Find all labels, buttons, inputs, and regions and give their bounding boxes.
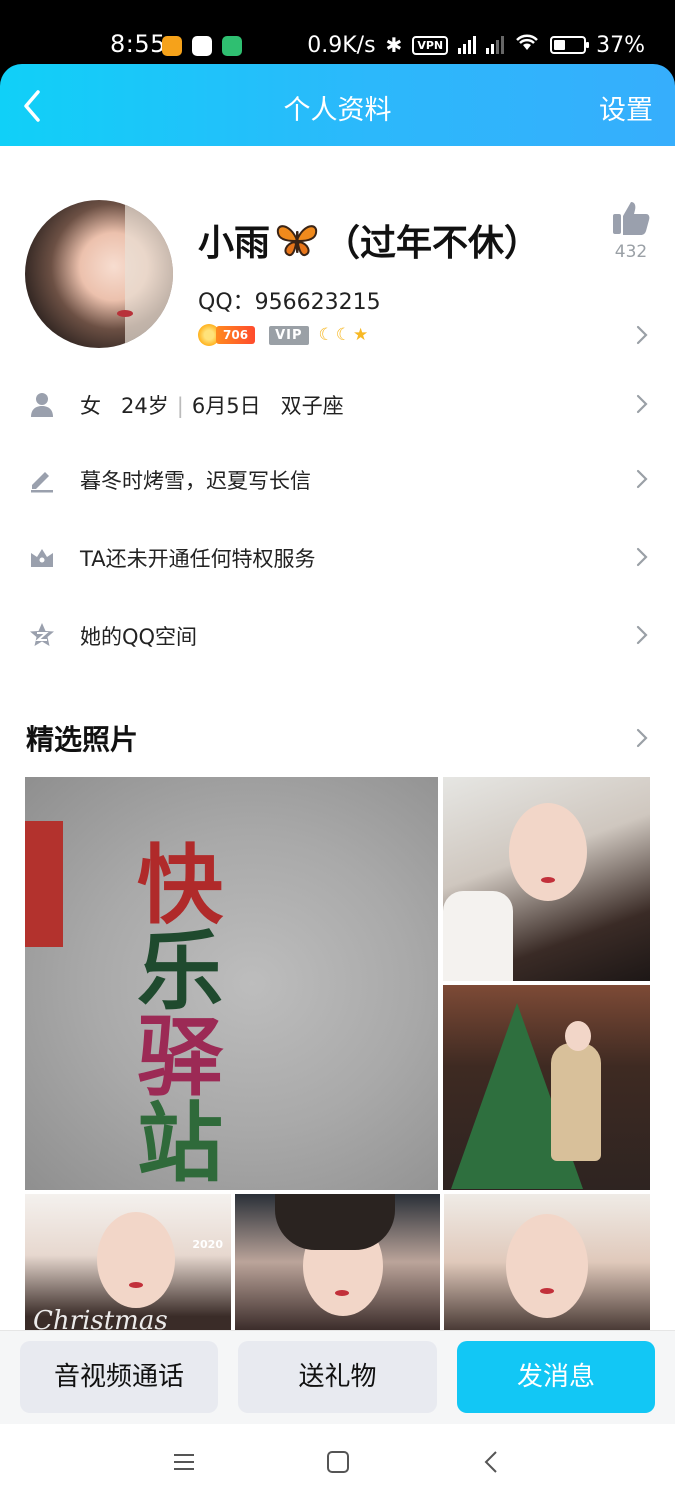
qq-number: QQ：956623215 xyxy=(198,290,381,315)
pencil-icon xyxy=(31,472,53,493)
video-call-button[interactable]: 音视频通话 xyxy=(20,1341,218,1413)
vip-badge: VIP xyxy=(269,325,309,345)
photo-christmas-text: Christmas xyxy=(33,1306,168,1330)
battery-icon xyxy=(550,36,590,54)
person-icon xyxy=(31,393,53,417)
photo-year-text: 2020 xyxy=(192,1238,223,1251)
profile-name: 小雨 （过年不休） xyxy=(198,214,540,266)
app-notification-icon xyxy=(192,36,212,56)
signal-icon-1 xyxy=(458,36,477,54)
photo-christmas-tree[interactable] xyxy=(443,985,650,1190)
back-nav-icon[interactable] xyxy=(480,1450,504,1474)
signature: 暮冬时烤雪，迟夏写长信 xyxy=(80,469,311,493)
battery-percent: 37% xyxy=(596,32,645,58)
thumbs-up-icon xyxy=(613,202,650,235)
birthday: 6月5日 xyxy=(191,394,261,418)
wifi-icon xyxy=(514,32,540,58)
info-row-qzone[interactable]: 她的QQ空间 xyxy=(0,603,675,667)
info-separator: | xyxy=(176,394,184,418)
graffiti-char: 站 xyxy=(137,1093,223,1190)
zodiac: 双子座 xyxy=(280,394,344,418)
send-message-button[interactable]: 发消息 xyxy=(457,1341,655,1413)
chevron-right-icon xyxy=(636,469,648,489)
qzone-star-icon xyxy=(30,623,54,646)
badges[interactable]: 706 VIP ☾ ☾ ★ xyxy=(198,324,368,346)
photo-portrait-3[interactable] xyxy=(235,1194,440,1330)
level-number: 706 xyxy=(216,326,256,344)
status-time: 8:55 xyxy=(110,30,166,58)
photo-portrait-1[interactable] xyxy=(443,777,650,981)
chevron-right-icon xyxy=(636,625,648,645)
header-bar: 个人资料 设置 xyxy=(0,64,675,146)
action-bar: 音视频通话 送礼物 发消息 xyxy=(0,1330,675,1424)
bluetooth-icon: ✱ xyxy=(385,33,403,57)
info-row-privilege[interactable]: TA还未开通任何特权服务 xyxy=(0,525,675,589)
level-badge: 706 xyxy=(198,324,256,346)
basic-info: 女 24岁 | 6月5日 双子座 xyxy=(80,390,344,420)
moon-icon: ☾ xyxy=(318,325,334,345)
shield-app-icon xyxy=(222,36,242,56)
photo-portrait-4[interactable] xyxy=(444,1194,650,1330)
home-square-icon[interactable] xyxy=(326,1450,350,1474)
star-icon: ★ xyxy=(353,325,369,345)
like-count: 432 xyxy=(614,242,648,262)
vpn-icon: VPN xyxy=(412,35,449,55)
info-row-basic[interactable]: 女 24岁 | 6月5日 双子座 xyxy=(0,372,675,436)
chevron-right-icon xyxy=(636,325,648,345)
moon-icon: ☾ xyxy=(335,325,351,345)
avatar[interactable] xyxy=(25,200,173,348)
profile-content[interactable]: 小雨 （过年不休） 432 QQ：956623215 706 VIP ☾ ☾ ★ xyxy=(0,146,675,1330)
butterfly-icon xyxy=(276,225,318,257)
page-title: 个人资料 xyxy=(283,95,392,126)
nickname: 小雨 xyxy=(198,223,271,264)
age: 24岁 xyxy=(121,394,169,418)
qzone-link: 她的QQ空间 xyxy=(80,625,198,649)
chevron-right-icon[interactable] xyxy=(635,727,649,749)
send-gift-button[interactable]: 送礼物 xyxy=(238,1341,437,1413)
net-speed: 0.9K/s xyxy=(307,32,376,58)
system-nav-bar xyxy=(0,1424,675,1500)
like-button[interactable]: 432 xyxy=(611,200,651,262)
privilege-info: TA还未开通任何特权服务 xyxy=(80,547,316,571)
chevron-right-icon xyxy=(636,394,648,414)
nickname-suffix: （过年不休） xyxy=(324,223,541,264)
photo-large-graffiti[interactable]: 快 乐 驿 站 xyxy=(25,777,438,1190)
weibo-icon xyxy=(162,36,182,56)
photos-section-title: 精选照片 xyxy=(26,723,139,756)
photo-portrait-2[interactable]: 2020 Christmas xyxy=(25,1194,231,1330)
crown-icon xyxy=(31,549,53,567)
status-bar: 8:55 0.9K/s ✱ VPN 37% xyxy=(0,0,675,64)
chevron-right-icon xyxy=(636,547,648,567)
menu-icon[interactable] xyxy=(172,1450,196,1474)
qq-rank-icons: ☾ ☾ ★ xyxy=(319,325,369,345)
settings-button[interactable]: 设置 xyxy=(599,88,653,127)
gender: 女 xyxy=(80,394,101,418)
signal-icon-2 xyxy=(486,36,505,54)
info-row-signature[interactable]: 暮冬时烤雪，迟夏写长信 xyxy=(0,447,675,511)
